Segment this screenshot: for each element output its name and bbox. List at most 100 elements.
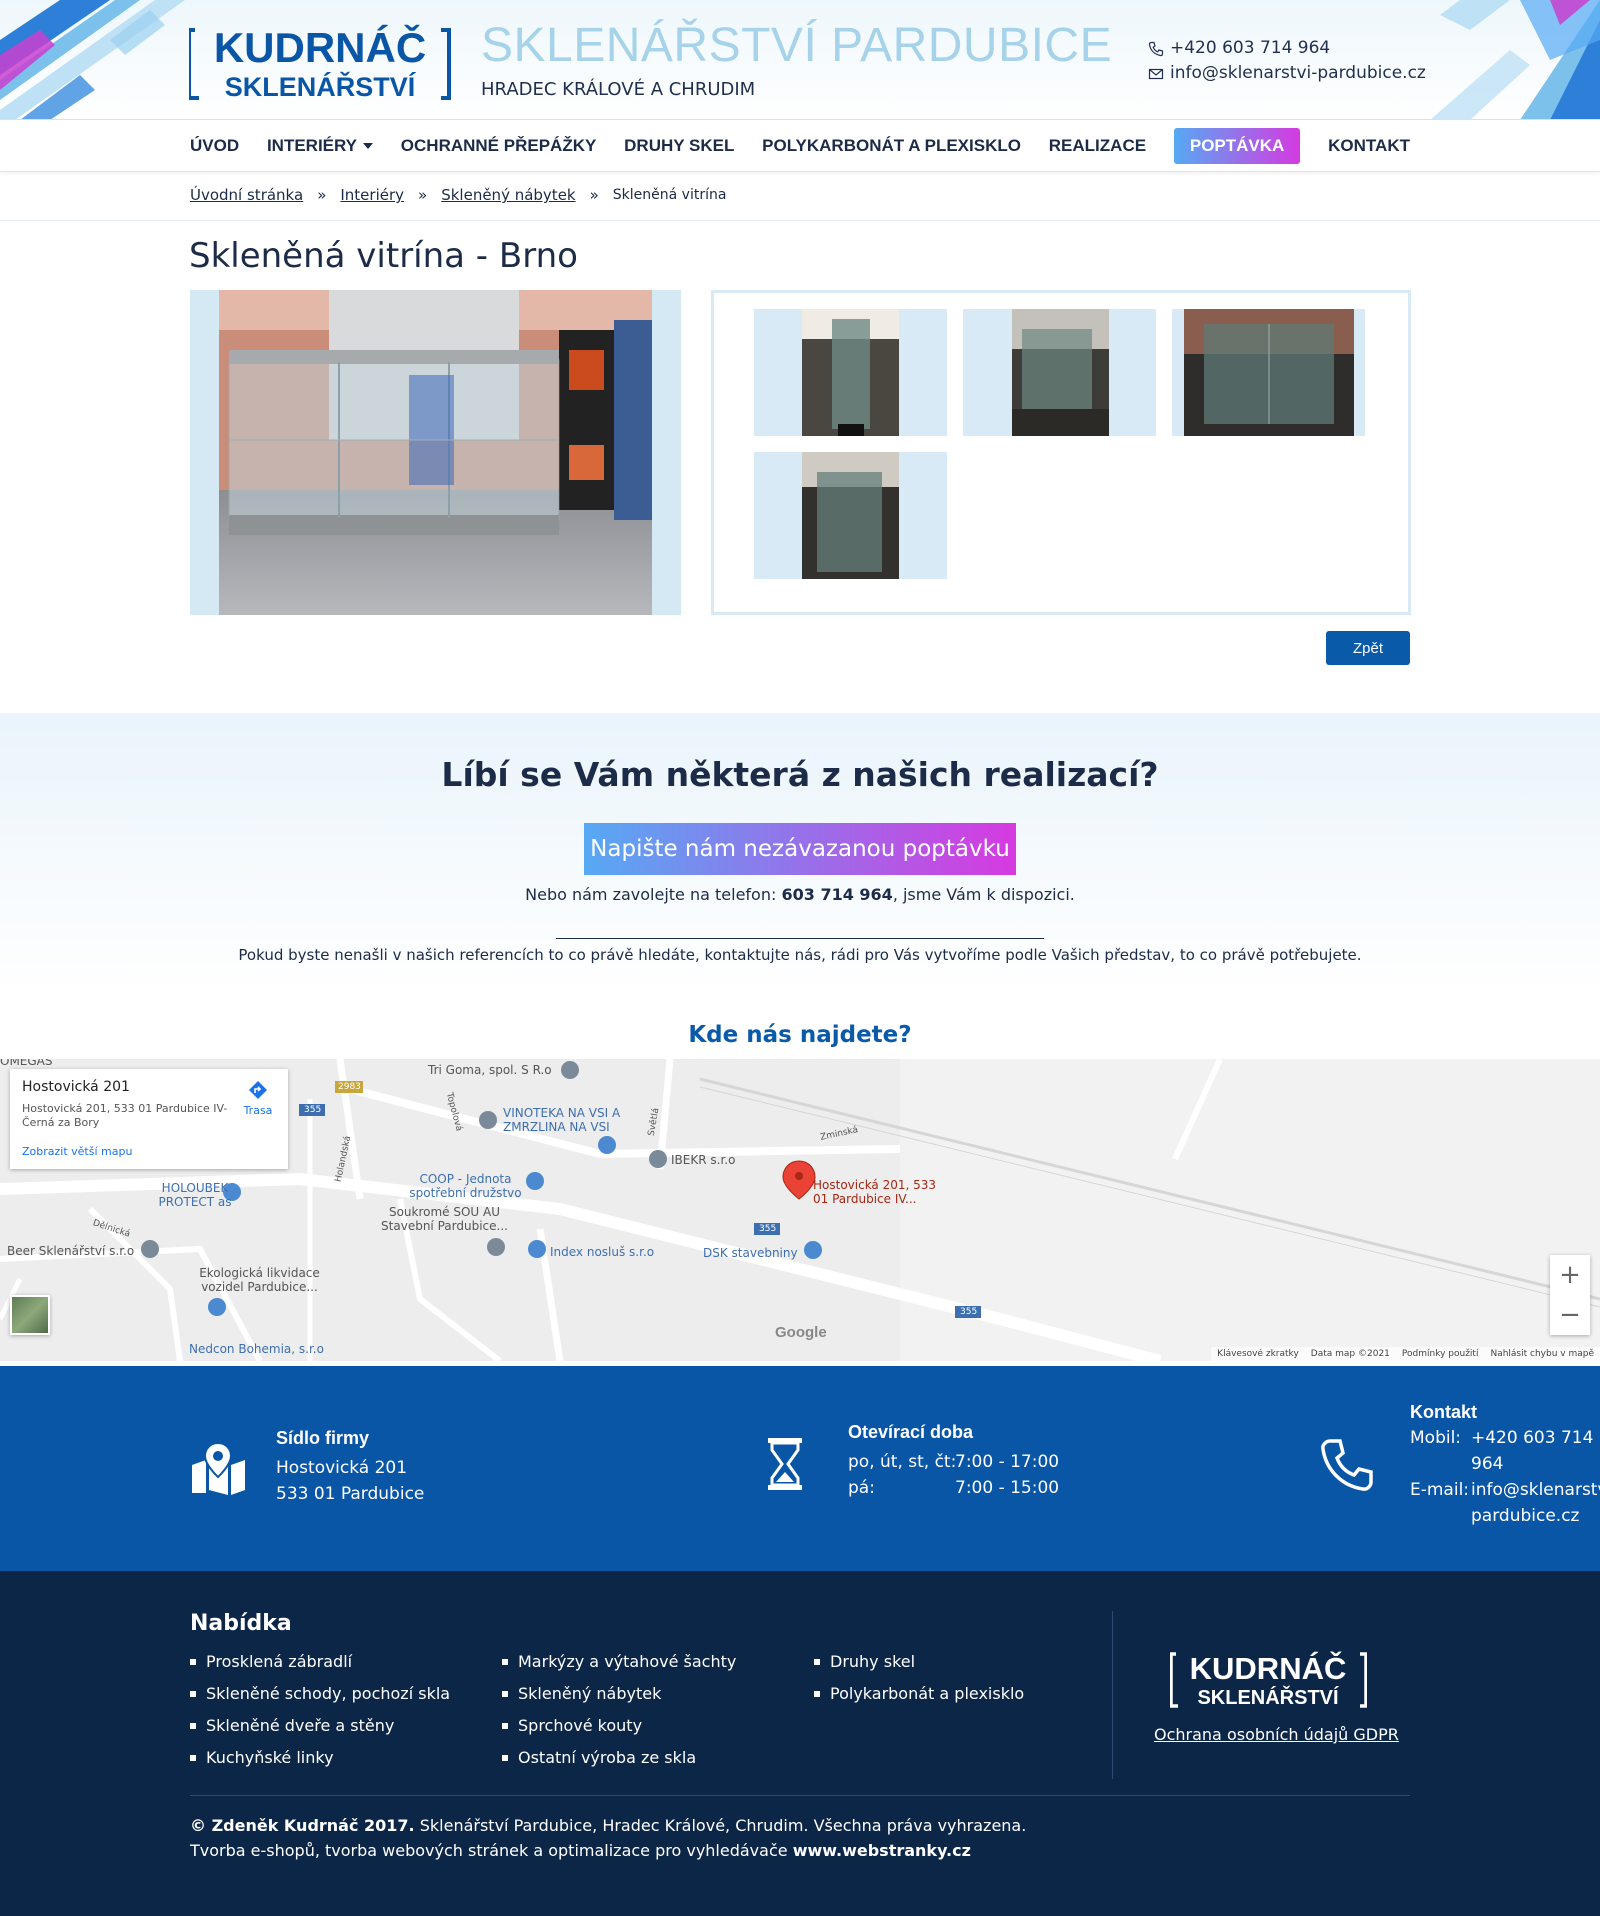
hq-line-1: Hostovická 201 [276, 1458, 408, 1478]
map-attribution: Klávesové zkratky Data map ©2021 Podmínk… [1211, 1347, 1600, 1361]
header-decoration-left [0, 0, 190, 119]
footer-logo[interactable]: KUDRNÁČ SKLENÁŘSTVÍ [1169, 1646, 1368, 1710]
email-value[interactable]: info@sklenarstvi-pardubice.cz [1471, 1477, 1600, 1529]
footer-copyright: © Zdeněk Kudrnáč 2017. Sklenářství Pardu… [190, 1813, 1026, 1863]
credit-text: Tvorba e-shopů, tvorba webových stránek … [190, 1841, 793, 1860]
email-label: E-mail: [1410, 1480, 1470, 1500]
zoom-out-button[interactable]: − [1550, 1295, 1590, 1335]
contact-title: Kontakt [1410, 1402, 1477, 1422]
footer-link[interactable]: Sprchové kouty [502, 1710, 736, 1742]
gallery-thumbnail-image [1012, 309, 1109, 436]
breadcrumb-separator: » [317, 186, 327, 204]
gallery-thumbnail[interactable] [1172, 309, 1365, 436]
map-terms-link[interactable]: Podmínky použití [1402, 1349, 1479, 1359]
header-email-text: info@sklenarstvi-pardubice.cz [1170, 63, 1426, 83]
hourglass-icon [768, 1438, 802, 1490]
hours-row: po, út, st, čt: 7:00 - 17:00 [848, 1449, 1059, 1475]
header-phone[interactable]: +420 603 714 964 [1148, 36, 1426, 61]
footer-link[interactable]: Polykarbonát a plexisklo [814, 1678, 1024, 1710]
logo[interactable]: KUDRNÁČ SKLENÁŘSTVÍ [187, 18, 451, 103]
footer-menu-col-1: Prosklená zábradlí Skleněné schody, poch… [190, 1646, 450, 1774]
google-logo: Google [775, 1324, 827, 1341]
cta-divider [556, 938, 1044, 939]
map-info-card: Hostovická 201 Hostovická 201, 533 01 Pa… [10, 1069, 288, 1169]
zoom-in-button[interactable]: + [1550, 1255, 1590, 1295]
gallery-thumbnail-image [802, 452, 899, 579]
nav-item-realizace[interactable]: REALIZACE [1049, 136, 1146, 156]
page-title: Skleněná vitrína - Brno [189, 236, 578, 276]
contact-block: Kontakt Mobil: +420 603 714 964 E-mail: inf… [1410, 1402, 1600, 1529]
breadcrumb-current: Skleněná vitrína [612, 187, 727, 203]
view-larger-map-link[interactable]: Zobrazit větší mapu [22, 1145, 132, 1158]
hours-time: 7:00 - 17:00 [955, 1452, 1060, 1472]
directions-icon [249, 1081, 267, 1099]
gallery-thumbnail[interactable] [754, 452, 947, 579]
footer-link[interactable]: Skleněné schody, pochozí skla [190, 1678, 450, 1710]
header-contact: +420 603 714 964 info@sklenarstvi-pardub… [1148, 36, 1426, 86]
nav-item-interiery[interactable]: INTERIÉRY [267, 136, 373, 156]
inquiry-button[interactable]: Napište nám nezávazanou poptávku [584, 823, 1016, 875]
phone-icon [1321, 1439, 1373, 1491]
map-label-sou: Soukromé SOU AU Stavební Pardubice... [381, 1205, 508, 1233]
hq-block: Sídlo firmy Hostovická 201 533 01 Pardub… [276, 1428, 424, 1507]
info-band: Sídlo firmy Hostovická 201 533 01 Pardub… [0, 1366, 1600, 1571]
cta-title: Líbí se Vám některá z našich realizací? [441, 755, 1159, 794]
footer-link[interactable]: Skleněné dveře a stěny [190, 1710, 450, 1742]
map-report-link[interactable]: Nahlásit chybu v mapě [1490, 1349, 1594, 1359]
site-header: KUDRNÁČ SKLENÁŘSTVÍ SKLENÁŘSTVÍ PARDUBIC… [0, 0, 1600, 120]
header-email[interactable]: info@sklenarstvi-pardubice.cz [1148, 61, 1426, 86]
hq-line-2: 533 01 Pardubice [276, 1484, 425, 1504]
cta-phone-text: Nebo nám zavolejte na telefon: 603 714 9… [0, 885, 1600, 904]
footer-link[interactable]: Skleněný nábytek [502, 1678, 736, 1710]
nav-item-poptavka[interactable]: POPTÁVKA [1173, 128, 1301, 164]
chevron-down-icon [362, 143, 373, 149]
nav-item-druhy-skel[interactable]: DRUHY SKEL [624, 136, 734, 156]
site-title: SKLENÁŘSTVÍ PARDUBICE [481, 19, 1113, 72]
footer-menu-col-2: Markýzy a výtahové šachty Skleněný nábyt… [502, 1646, 736, 1774]
map-label-eko: Ekologická likvidace vozidel Pardubice..… [199, 1266, 320, 1294]
satellite-toggle-button[interactable] [10, 1295, 50, 1335]
footer-link[interactable]: Druhy skel [814, 1646, 1024, 1678]
contact-mobile-row: Mobil: +420 603 714 964 [1410, 1425, 1600, 1477]
cta-note: Pokud byste nenašli v našich referencích… [238, 946, 1362, 964]
map-data-text: Data map ©2021 [1310, 1349, 1390, 1359]
footer-link[interactable]: Prosklená zábradlí [190, 1646, 450, 1678]
gdpr-link[interactable]: Ochrana osobních údajů GDPR [1154, 1725, 1399, 1744]
main-photo[interactable] [190, 290, 681, 615]
nav-item-polykarbonat[interactable]: POLYKARBONÁT A PLEXISKLO [762, 136, 1021, 156]
nav-item-ochranne-prepazky[interactable]: OCHRANNÉ PŘEPÁŽKY [401, 136, 597, 156]
footer-link[interactable]: Ostatní výroba ze skla [502, 1742, 736, 1774]
footer-title: Nabídka [190, 1611, 292, 1636]
footer-divider [190, 1795, 1410, 1796]
cta-phone-number[interactable]: 603 714 964 [781, 885, 892, 904]
directions-button[interactable]: Trasa [238, 1079, 278, 1117]
footer-link[interactable]: Kuchyňské linky [190, 1742, 450, 1774]
map-label-index: Index nosluš s.r.o [550, 1245, 655, 1259]
mail-icon [1148, 68, 1164, 79]
credit-link[interactable]: www.webstranky.cz [793, 1841, 971, 1860]
nav-item-uvod[interactable]: ÚVOD [190, 136, 239, 156]
gallery-thumbnail[interactable] [963, 309, 1156, 436]
mobile-value[interactable]: +420 603 714 964 [1471, 1425, 1593, 1477]
email-value-line-2: pardubice.cz [1471, 1506, 1580, 1526]
breadcrumb-link-interiery[interactable]: Interiéry [340, 186, 404, 204]
mobile-value-line-1: +420 603 714 [1471, 1428, 1594, 1448]
footer-link[interactable]: Markýzy a výtahové šachty [502, 1646, 736, 1678]
hours-row: pá: 7:00 - 15:00 [848, 1475, 1059, 1501]
map-road-355: 355 [960, 1307, 978, 1317]
breadcrumb-link-home[interactable]: Úvodní stránka [190, 186, 303, 204]
breadcrumb-link-nabytek[interactable]: Skleněný nábytek [441, 186, 575, 204]
contact-email-row: E-mail:info@sklenarstvi-pardubice.cz [1410, 1477, 1600, 1529]
gallery-thumbnail[interactable] [754, 309, 947, 436]
copyright-line: © Zdeněk Kudrnáč 2017. Sklenářství Pardu… [190, 1813, 1026, 1838]
mobile-value-line-2: 964 [1471, 1454, 1504, 1474]
map-heading: Kde nás najdete? [688, 1022, 912, 1048]
logo-text-1: KUDRNÁČ [214, 23, 426, 71]
map-shortcuts-link[interactable]: Klávesové zkratky [1217, 1349, 1299, 1359]
map[interactable]: OMEGAS Tri Goma, spol. S R.o VINOTEKA NA… [0, 1059, 1600, 1361]
cta-section: Líbí se Vám některá z našich realizací? … [0, 713, 1600, 993]
back-button[interactable]: Zpět [1326, 631, 1410, 665]
nav-item-kontakt[interactable]: KONTAKT [1328, 136, 1410, 156]
mobile-label: Mobil: [1410, 1428, 1462, 1448]
hours-block: Otevírací doba po, út, st, čt: 7:00 - 17:… [848, 1422, 1059, 1501]
